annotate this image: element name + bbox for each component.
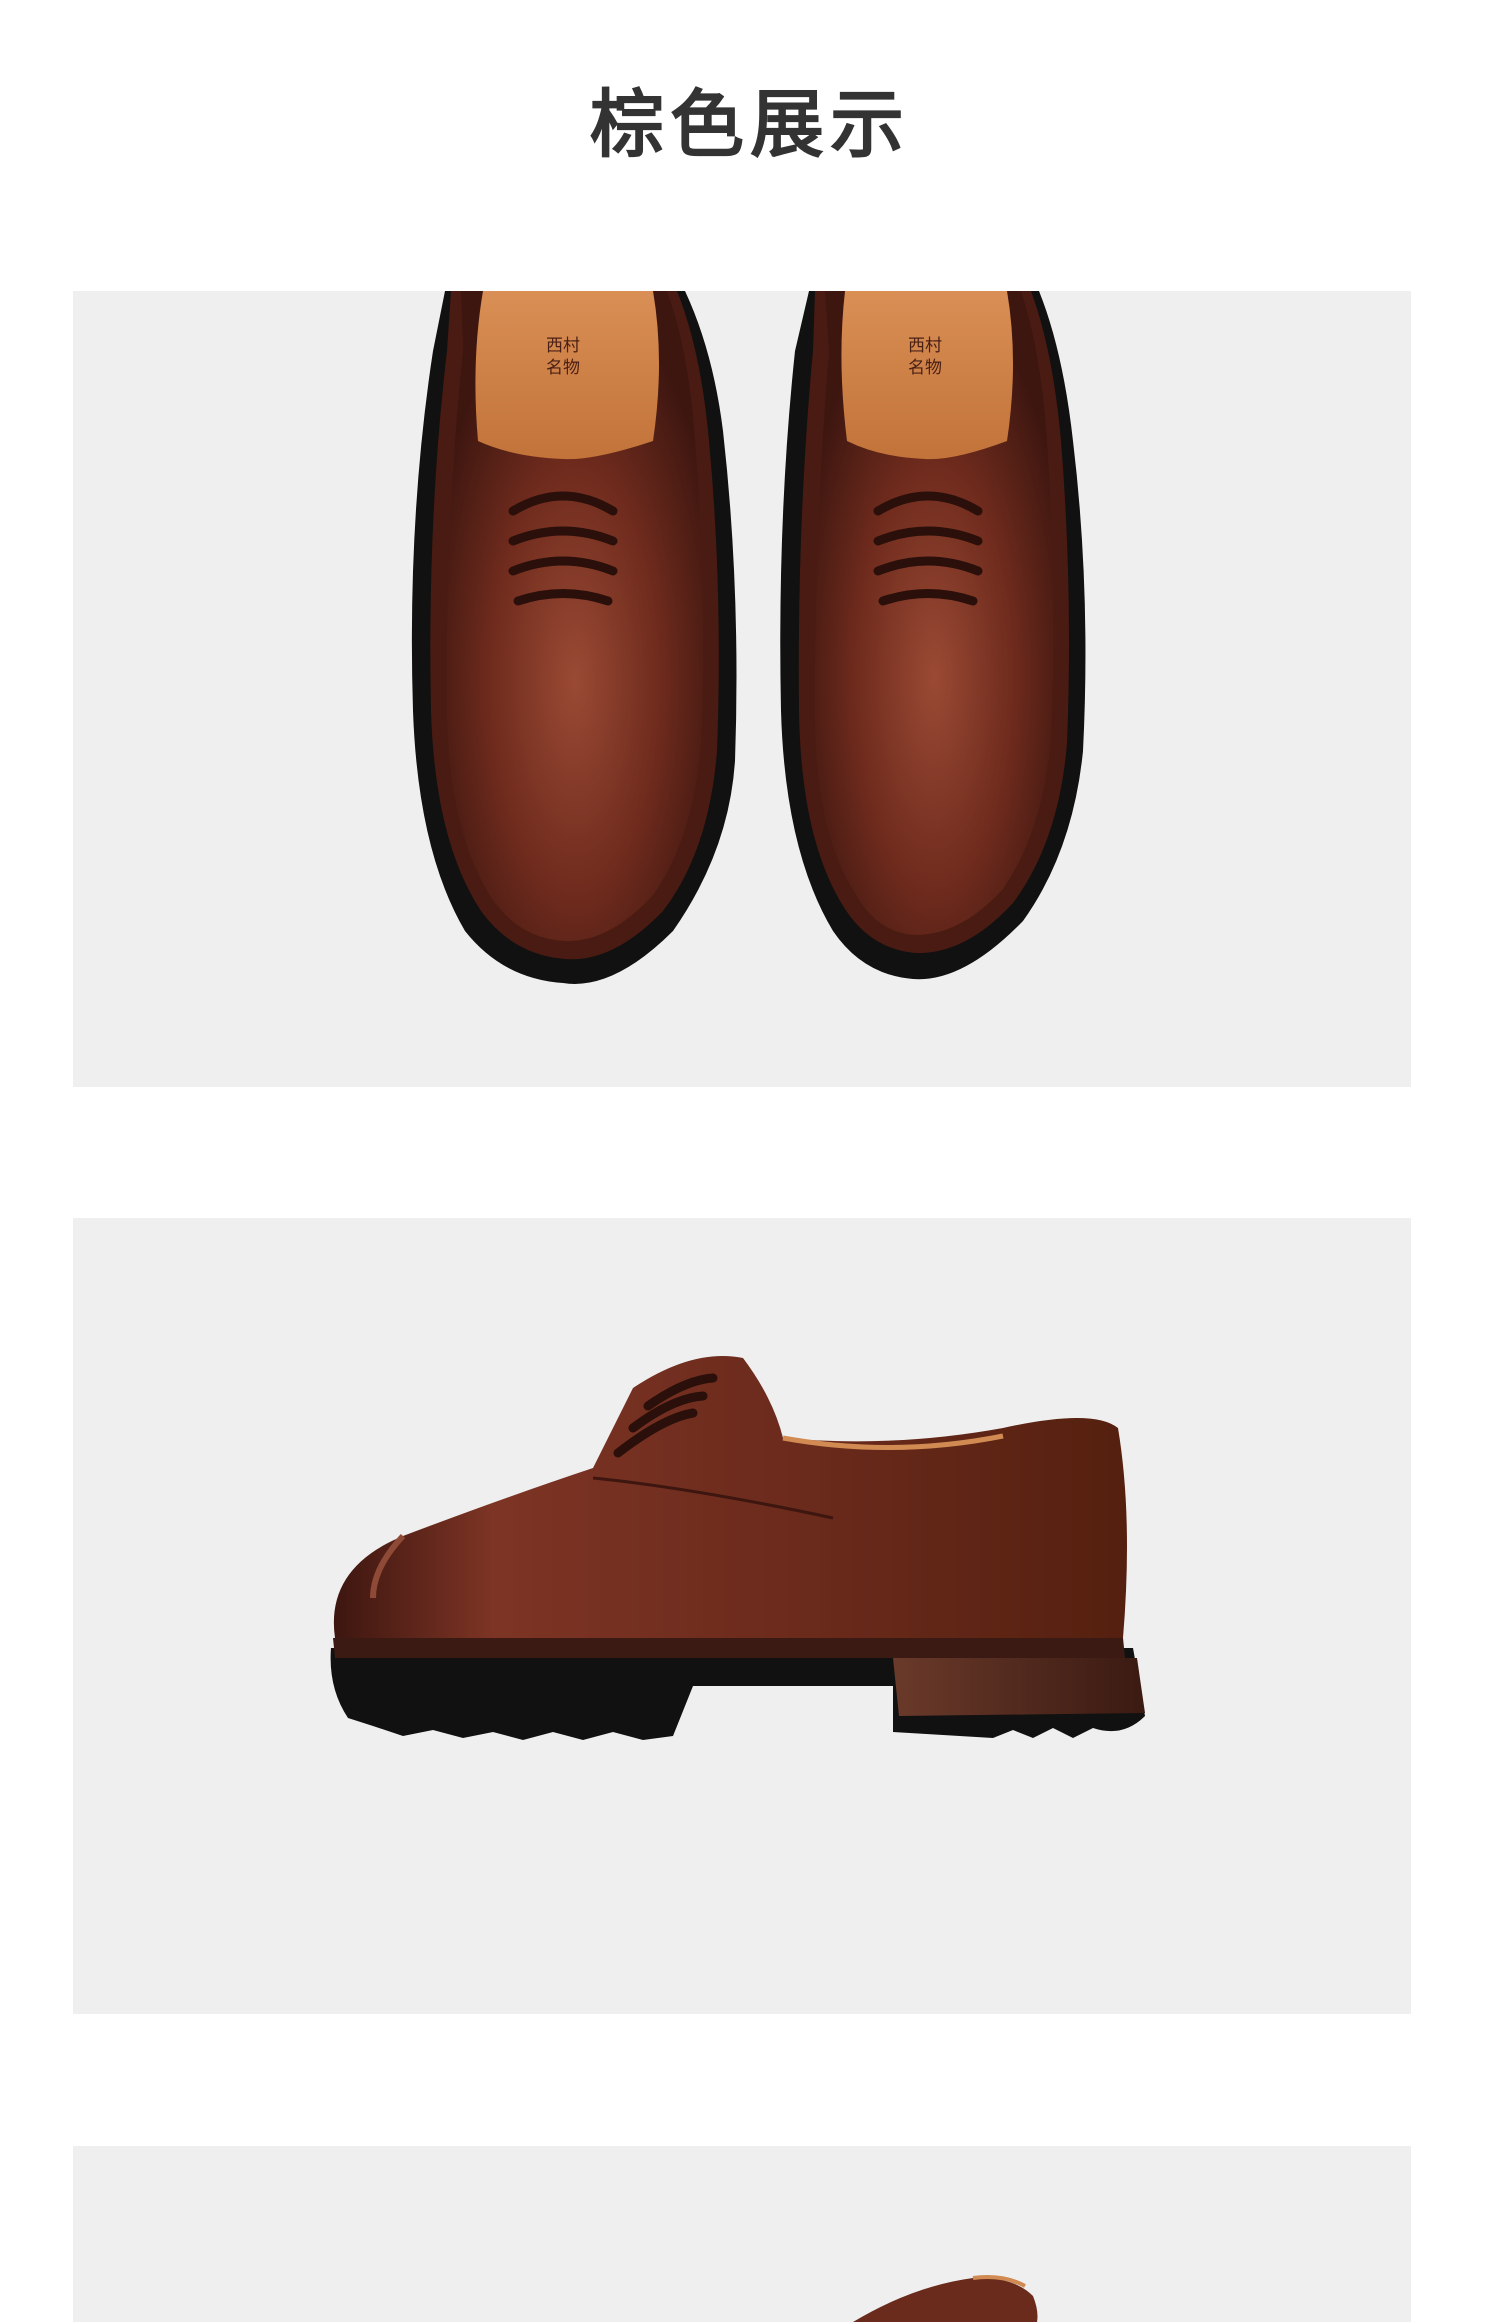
page-title: 棕色展示 [590,82,910,168]
right-shoe: 西村 名物 [780,291,1086,980]
left-shoe: 西村 名物 [411,291,737,984]
svg-text:名物: 名物 [546,358,580,378]
product-photo-partial-view [73,2146,1411,2322]
svg-text:西村: 西村 [908,336,942,356]
shoe-side-view-image [330,1356,1145,1740]
shoe-pair-top-view-image: 西村 名物 西村 名物 [411,291,1086,984]
shoe-partial-image [853,2275,1038,2322]
insole-logo-text: 西村 [546,336,580,356]
shoe-side [330,1356,1145,1740]
product-photo-top-view: 西村 名物 西村 名物 [73,291,1411,1087]
product-photo-side-view [73,1218,1411,2014]
svg-text:名物: 名物 [908,358,942,378]
